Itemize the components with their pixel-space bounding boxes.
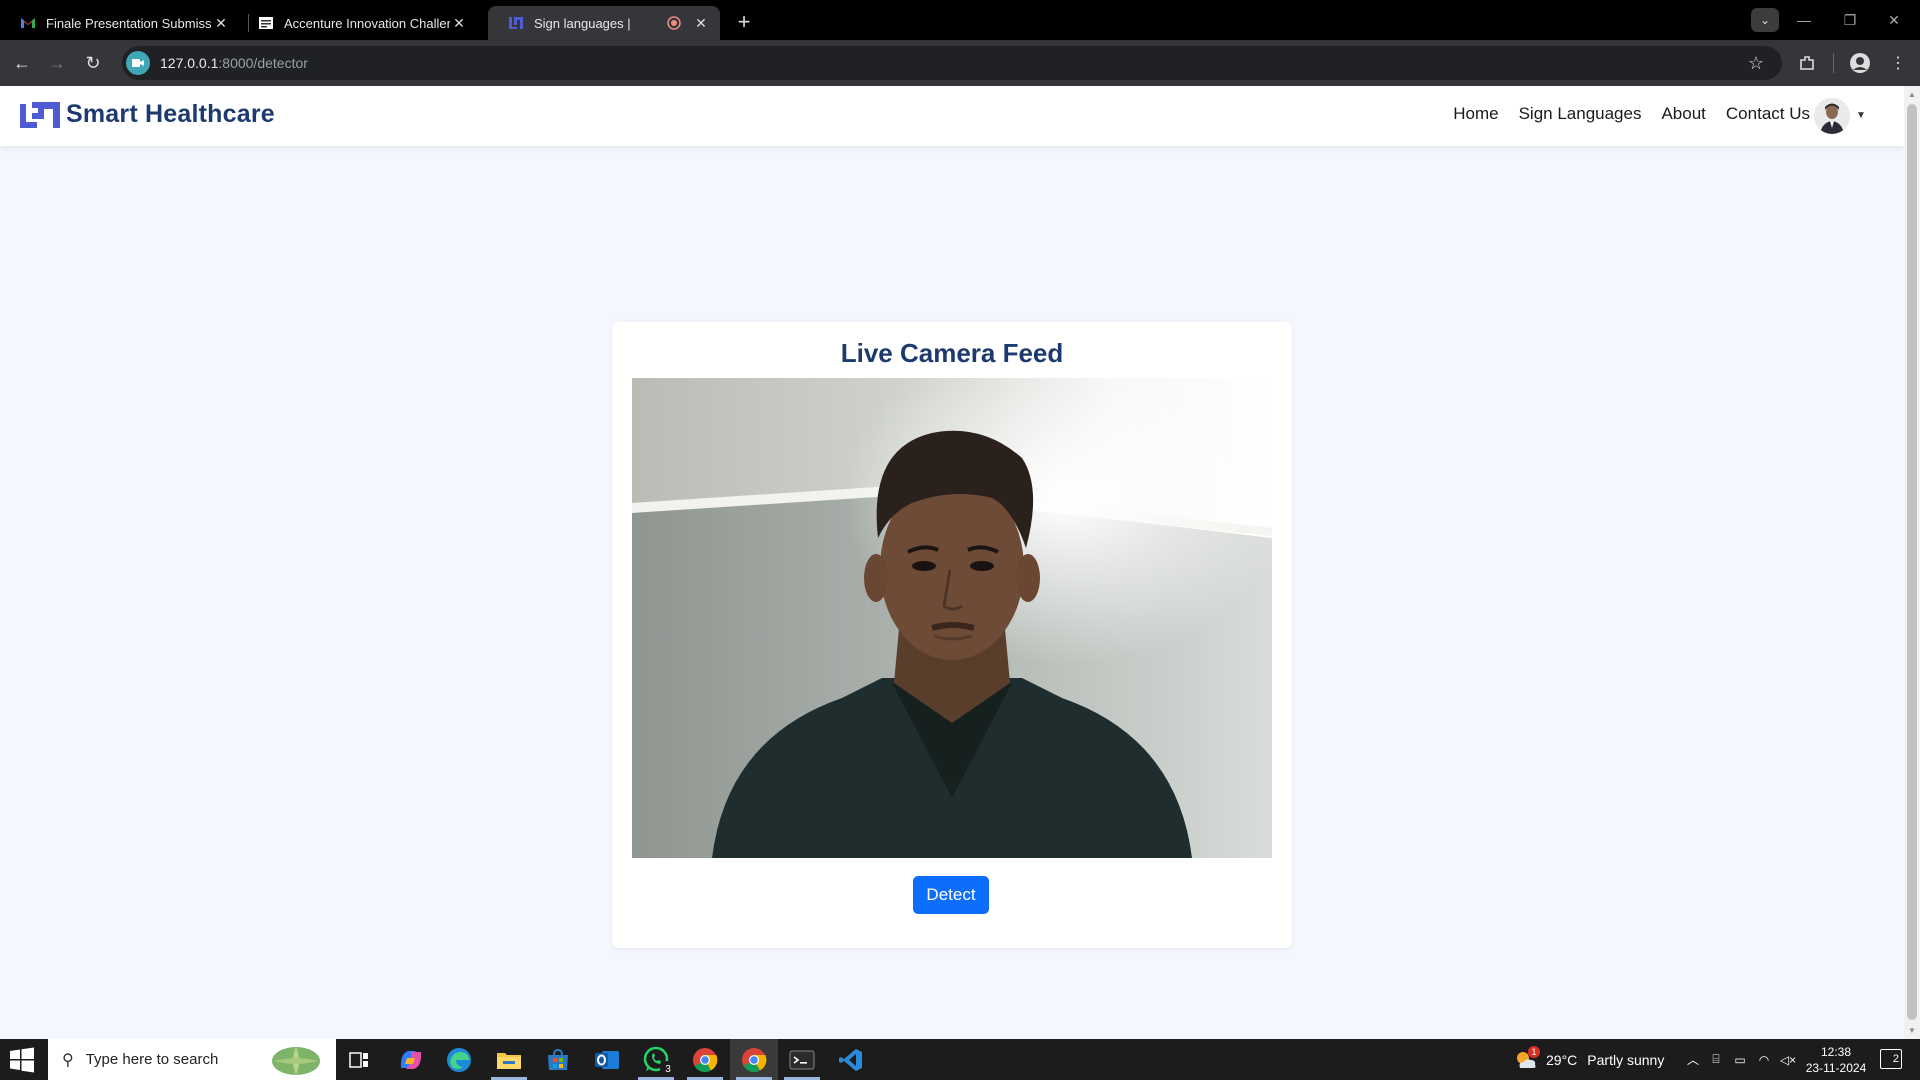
user-avatar[interactable]	[1814, 98, 1850, 134]
chevron-down-icon[interactable]: ▼	[1856, 110, 1866, 121]
nav-link-about[interactable]: About	[1661, 104, 1705, 124]
nav-link-sign-languages[interactable]: Sign Languages	[1519, 104, 1642, 124]
close-window-button[interactable]: ✕	[1874, 6, 1914, 34]
tab-sign-languages[interactable]: Sign languages | ✕	[488, 6, 720, 40]
weather-text: Partly sunny	[1587, 1051, 1665, 1068]
whatsapp-badge: 3	[660, 1061, 676, 1077]
tab-search-button[interactable]: ⌄	[1751, 8, 1779, 32]
toolbar-divider	[1833, 53, 1834, 73]
detect-button[interactable]: Detect	[913, 876, 989, 914]
camera-frame-image	[632, 378, 1272, 858]
menu-kebab-icon[interactable]: ⋮	[1886, 51, 1910, 75]
back-button[interactable]: ←	[8, 49, 36, 77]
nav-link-home[interactable]: Home	[1453, 104, 1498, 124]
chevron-up-icon[interactable]: ︿	[1682, 1051, 1704, 1068]
minimize-button[interactable]: —	[1784, 6, 1824, 34]
forward-button[interactable]: →	[43, 49, 71, 77]
taskbar-search-box[interactable]: ⚲ Type here to search	[48, 1039, 336, 1080]
search-highlight-icon	[272, 1047, 320, 1075]
profile-icon[interactable]	[1848, 51, 1872, 75]
clock-date: 23-11-2024	[1805, 1061, 1867, 1075]
new-tab-button[interactable]: +	[730, 8, 758, 36]
task-view-icon[interactable]	[344, 1045, 374, 1075]
tab-title: Finale Presentation Submission	[46, 15, 212, 31]
camera-card: Live Camera Feed Detect	[612, 322, 1292, 948]
web-page: Smart Healthcare Home Sign Languages Abo…	[0, 86, 1904, 1039]
tab-gmail[interactable]: Finale Presentation Submission ✕	[0, 6, 240, 40]
speaker-muted-icon[interactable]: ◁×	[1776, 1053, 1800, 1067]
notification-count: 2	[1892, 1053, 1899, 1065]
windows-start-icon[interactable]	[8, 1047, 36, 1073]
url-text: 127.0.0.1:8000/detector	[160, 55, 308, 71]
close-icon[interactable]: ✕	[450, 14, 468, 32]
brand-logo-icon	[20, 101, 60, 128]
notification-center-icon[interactable]: 2	[1880, 1049, 1902, 1069]
battery-icon[interactable]: ▭	[1728, 1053, 1752, 1067]
weather-badge: 1	[1528, 1046, 1540, 1058]
site-logo-icon	[509, 17, 523, 29]
chrome-profile-icon[interactable]	[739, 1045, 769, 1075]
close-icon[interactable]: ✕	[692, 14, 710, 32]
camera-permission-icon[interactable]	[126, 51, 150, 75]
tab-accenture[interactable]: Accenture Innovation Challenge ✕	[238, 6, 478, 40]
gmail-icon	[21, 18, 35, 28]
browser-toolbar: ← → ↻ 127.0.0.1:8000/detector ☆ ⋮	[0, 40, 1920, 86]
card-title: Live Camera Feed	[840, 338, 1064, 368]
scroll-up-icon[interactable]: ▲	[1908, 90, 1916, 99]
brand[interactable]: Smart Healthcare	[20, 100, 275, 129]
weather-widget[interactable]: 1 29°C Partly sunny	[1514, 1039, 1664, 1080]
outlook-icon[interactable]	[592, 1045, 622, 1075]
wifi-icon[interactable]: ◠	[1752, 1053, 1776, 1067]
address-bar[interactable]: 127.0.0.1:8000/detector ☆	[122, 46, 1782, 80]
vscode-icon[interactable]	[836, 1045, 866, 1075]
microsoft-store-icon[interactable]	[543, 1045, 573, 1075]
chrome-icon[interactable]	[690, 1045, 720, 1075]
brand-name: Smart Healthcare	[66, 100, 275, 128]
recording-icon	[667, 16, 681, 30]
forms-icon	[259, 17, 273, 29]
copilot-icon[interactable]	[396, 1045, 426, 1075]
edge-icon[interactable]	[444, 1045, 474, 1075]
live-camera-feed	[632, 378, 1272, 858]
bookmark-star-icon[interactable]: ☆	[1748, 53, 1764, 74]
windows-taskbar: ⚲ Type here to search 3 1 29°C Partly su…	[0, 1039, 1920, 1080]
tab-title: Sign languages |	[534, 15, 631, 31]
meet-now-icon[interactable]: ⌸	[1704, 1052, 1728, 1067]
extensions-icon[interactable]	[1795, 51, 1819, 75]
search-icon: ⚲	[62, 1051, 74, 1069]
browser-tab-bar: Finale Presentation Submission ✕ Accentu…	[0, 0, 1920, 40]
close-icon[interactable]: ✕	[212, 14, 230, 32]
scroll-thumb[interactable]	[1907, 104, 1917, 1020]
taskbar-clock[interactable]: 12:38 23-11-2024	[1800, 1044, 1872, 1076]
terminal-icon[interactable]	[787, 1045, 817, 1075]
search-placeholder: Type here to search	[85, 1051, 219, 1068]
weather-temp: 29°C	[1546, 1051, 1578, 1068]
nav-links: Home Sign Languages About Contact Us	[1433, 104, 1810, 124]
restore-button[interactable]: ❐	[1830, 6, 1870, 34]
system-tray: ︿ ⌸ ▭ ◠ ◁×	[1682, 1039, 1800, 1080]
page-scrollbar[interactable]: ▲ ▼	[1904, 86, 1920, 1039]
file-explorer-icon[interactable]	[494, 1045, 524, 1075]
reload-button[interactable]: ↻	[79, 49, 107, 77]
scroll-down-icon[interactable]: ▼	[1908, 1026, 1916, 1035]
site-navbar: Smart Healthcare Home Sign Languages Abo…	[0, 86, 1904, 146]
tab-title: Accenture Innovation Challenge	[284, 15, 450, 31]
nav-link-contact-us[interactable]: Contact Us	[1726, 104, 1810, 124]
clock-time: 12:38	[1820, 1045, 1852, 1059]
